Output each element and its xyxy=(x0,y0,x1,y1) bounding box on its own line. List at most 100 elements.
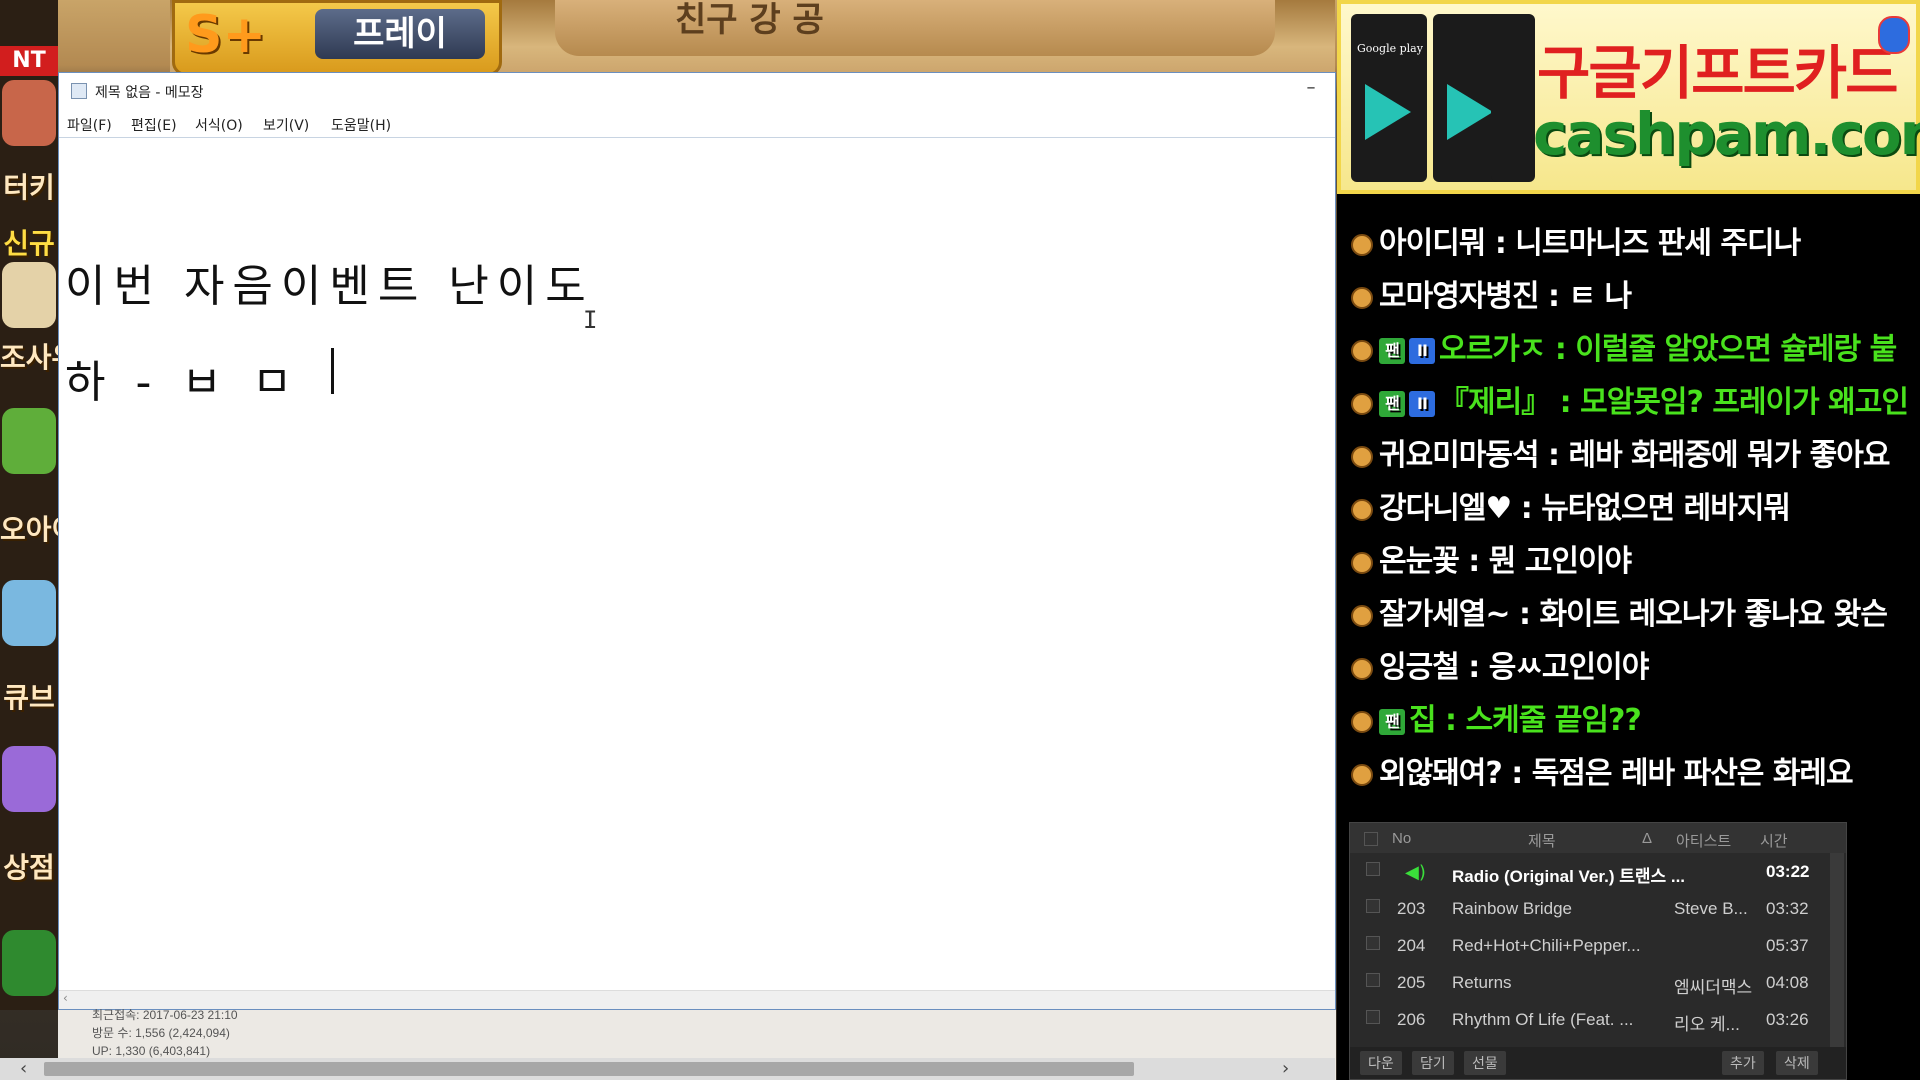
chat-username[interactable]: 온눈꽃 xyxy=(1379,544,1460,579)
bottom-horizontal-scrollbar[interactable]: ‹ › xyxy=(0,1058,1335,1080)
row-checkbox[interactable] xyxy=(1366,1010,1380,1024)
playlist-scrollbar[interactable] xyxy=(1830,853,1844,1049)
row-checkbox[interactable] xyxy=(1366,862,1380,876)
user-grade-icon xyxy=(1351,392,1373,415)
menu-view[interactable]: 보기(V) xyxy=(263,115,309,135)
menu-help[interactable]: 도움말(H) xyxy=(331,115,391,135)
game-sidebar: NT N 터키 신규 조사우 오아이 큐브 상점 xyxy=(0,0,58,1010)
sword-icon[interactable] xyxy=(2,408,56,474)
notepad-window[interactable]: 제목 없음 - 메모장 – 파일(F) 편집(E) 서식(O) 보기(V) 도움… xyxy=(58,72,1336,1010)
chat-message: 모마영자병진 : ㅌ 나 xyxy=(1351,271,1920,315)
chat-text: 스케줄 끝임?? xyxy=(1465,703,1642,738)
chat-message: 팬 II 오르가ㅈ : 이럴줄 알았으면 슐레랑 붙 xyxy=(1351,324,1920,368)
chat-username[interactable]: 귀요미마동석 xyxy=(1379,438,1540,473)
google-play-card-1: Google play xyxy=(1351,14,1427,182)
header-title[interactable]: 제목 xyxy=(1528,830,1556,851)
user-grade-icon xyxy=(1351,604,1373,627)
track-title: Red+Hot+Chili+Pepper... xyxy=(1452,936,1641,955)
chat-message: 외않돼여? : 독점은 레바 파산은 화레요 xyxy=(1351,748,1920,792)
menu-file[interactable]: 파일(F) xyxy=(67,115,112,135)
play-triangle-icon xyxy=(1447,84,1493,140)
chat-username[interactable]: 잉긍철 xyxy=(1379,650,1460,685)
chat-text: 뭔 고인이야 xyxy=(1488,544,1632,579)
subscriber-badge-icon: II xyxy=(1409,337,1435,364)
chat-username[interactable]: 강다니엘♥ xyxy=(1379,491,1512,526)
chat-text: 뉴타없으면 레바지뭐 xyxy=(1541,491,1791,526)
chat-username[interactable]: 잘가세열~ xyxy=(1379,597,1511,632)
top-ribbon: 친구 강 공 xyxy=(555,0,1275,56)
scroll-left-icon[interactable]: ‹ xyxy=(63,991,68,1005)
playlist-row[interactable]: 203 Rainbow Bridge Steve B... 03:32 xyxy=(1350,890,1828,927)
chat-text: 응ㅆ고인이야 xyxy=(1488,650,1650,685)
delete-button[interactable]: 삭제 xyxy=(1776,1051,1818,1075)
row-checkbox[interactable] xyxy=(1366,973,1380,987)
playlist-row[interactable]: ◀) Radio (Original Ver.) 트랜스 ... 03:22 xyxy=(1350,853,1828,890)
visit-info: 최근접속: 2017-06-23 21:10 방문 수: 1,556 (2,42… xyxy=(92,1006,288,1062)
chat-username[interactable]: 외않돼여? xyxy=(1379,756,1503,791)
notepad-text-area[interactable]: 이번 자음이벤트 난이도 하 - ㅂ ㅁ I xyxy=(59,138,1335,993)
chat-text: 화이트 레오나가 좋나요 왓슨 xyxy=(1539,597,1888,632)
playlist-row[interactable]: 206 Rhythm Of Life (Feat. ... 리오 케... 03:26 xyxy=(1350,1001,1828,1038)
header-time[interactable]: 시간 xyxy=(1760,830,1788,851)
notepad-menubar: 파일(F) 편집(E) 서식(O) 보기(V) 도움말(H) xyxy=(59,109,1335,138)
music-player[interactable]: No 제목 Δ 아티스트 시간 ◀) Radio (Original Ver.) … xyxy=(1349,822,1847,1080)
playlist-row[interactable]: 204 Red+Hot+Chili+Pepper... 05:37 xyxy=(1350,927,1828,964)
select-all-checkbox[interactable] xyxy=(1364,832,1378,846)
save-button[interactable]: 담기 xyxy=(1412,1051,1454,1075)
shop-icon[interactable] xyxy=(2,746,56,812)
menu-format[interactable]: 서식(O) xyxy=(195,115,243,135)
sidebar-label-3: 조사우 xyxy=(0,341,58,374)
track-time: 03:32 xyxy=(1766,899,1809,918)
sidebar-top-badge: NT N xyxy=(0,46,58,103)
chat-username[interactable]: 아이디뭐 xyxy=(1379,226,1486,261)
text-line-2: 하 - ㅂ ㅁ xyxy=(65,357,301,408)
sidebar-label-1: 터키 xyxy=(3,171,55,204)
cube-icon[interactable] xyxy=(2,580,56,646)
header-no[interactable]: No xyxy=(1392,830,1411,847)
chat-username[interactable]: 모마영자병진 xyxy=(1379,279,1540,314)
scroll-thumb[interactable] xyxy=(44,1062,1134,1076)
chat-message: 잘가세열~ : 화이트 레오나가 좋나요 왓슨 xyxy=(1351,589,1920,633)
minimize-button[interactable]: – xyxy=(1293,75,1329,105)
clover-icon[interactable] xyxy=(2,930,56,996)
stream-overlay-panel: Google play 구글기프트카드 cashpam.com 아이디뭐 : 니… xyxy=(1337,0,1920,1080)
user-grade-icon xyxy=(1351,498,1373,521)
notepad-titlebar[interactable]: 제목 없음 - 메모장 – xyxy=(59,73,1335,109)
user-grade-icon xyxy=(1351,710,1373,733)
row-checkbox[interactable] xyxy=(1366,936,1380,950)
splus-text: S+ xyxy=(185,5,267,65)
chat-message: 잉긍철 : 응ㅆ고인이야 xyxy=(1351,642,1920,686)
track-time: 04:08 xyxy=(1766,973,1809,992)
chat-username[interactable]: 오르가ㅈ xyxy=(1439,332,1546,367)
download-button[interactable]: 다운 xyxy=(1360,1051,1402,1075)
user-grade-icon xyxy=(1351,763,1373,786)
header-artist[interactable]: 아티스트 xyxy=(1676,830,1731,851)
menu-edit[interactable]: 편집(E) xyxy=(131,115,177,135)
chat-text: ㅌ 나 xyxy=(1568,279,1633,314)
scroll-right-arrow-icon[interactable]: › xyxy=(1282,1058,1289,1079)
chat-text: 레바 화래중에 뭐가 좋아요 xyxy=(1568,438,1891,473)
google-play-card-3 xyxy=(1491,14,1535,182)
ad-banner[interactable]: Google play 구글기프트카드 cashpam.com xyxy=(1337,0,1920,194)
sidebar-label-4: 오아이 xyxy=(0,513,58,546)
playlist-row[interactable]: 205 Returns 엠씨더맥스 04:08 xyxy=(1350,964,1828,1001)
sidebar-label-5: 큐브 xyxy=(3,681,55,714)
add-button[interactable]: 추가 xyxy=(1722,1051,1764,1075)
dice-icon[interactable] xyxy=(2,262,56,328)
visit-info-line-1: 최근접속: 2017-06-23 21:10 xyxy=(92,1008,238,1022)
notepad-title: 제목 없음 - 메모장 xyxy=(95,85,204,101)
character-icon[interactable] xyxy=(2,80,56,146)
row-checkbox[interactable] xyxy=(1366,899,1380,913)
track-artist: Steve B... xyxy=(1674,899,1748,918)
chat-message: 강다니엘♥ : 뉴타없으면 레바지뭐 xyxy=(1351,483,1920,527)
chat-message: 온눈꽃 : 뭔 고인이야 xyxy=(1351,536,1920,580)
splus-badge[interactable]: S+ 프레이 xyxy=(172,0,502,76)
sort-icon[interactable]: Δ xyxy=(1642,830,1652,847)
chat-username[interactable]: 집 xyxy=(1409,703,1437,738)
scroll-left-arrow-icon[interactable]: ‹ xyxy=(20,1058,27,1079)
gift-button[interactable]: 선물 xyxy=(1464,1051,1506,1075)
chat-separator: : xyxy=(1545,332,1576,367)
visit-info-line-2: 방문 수: 1,556 (2,424,094) xyxy=(92,1026,230,1040)
chat-username[interactable]: 『제리』 xyxy=(1439,385,1551,420)
sidebar-label-6: 상점 xyxy=(3,851,55,884)
